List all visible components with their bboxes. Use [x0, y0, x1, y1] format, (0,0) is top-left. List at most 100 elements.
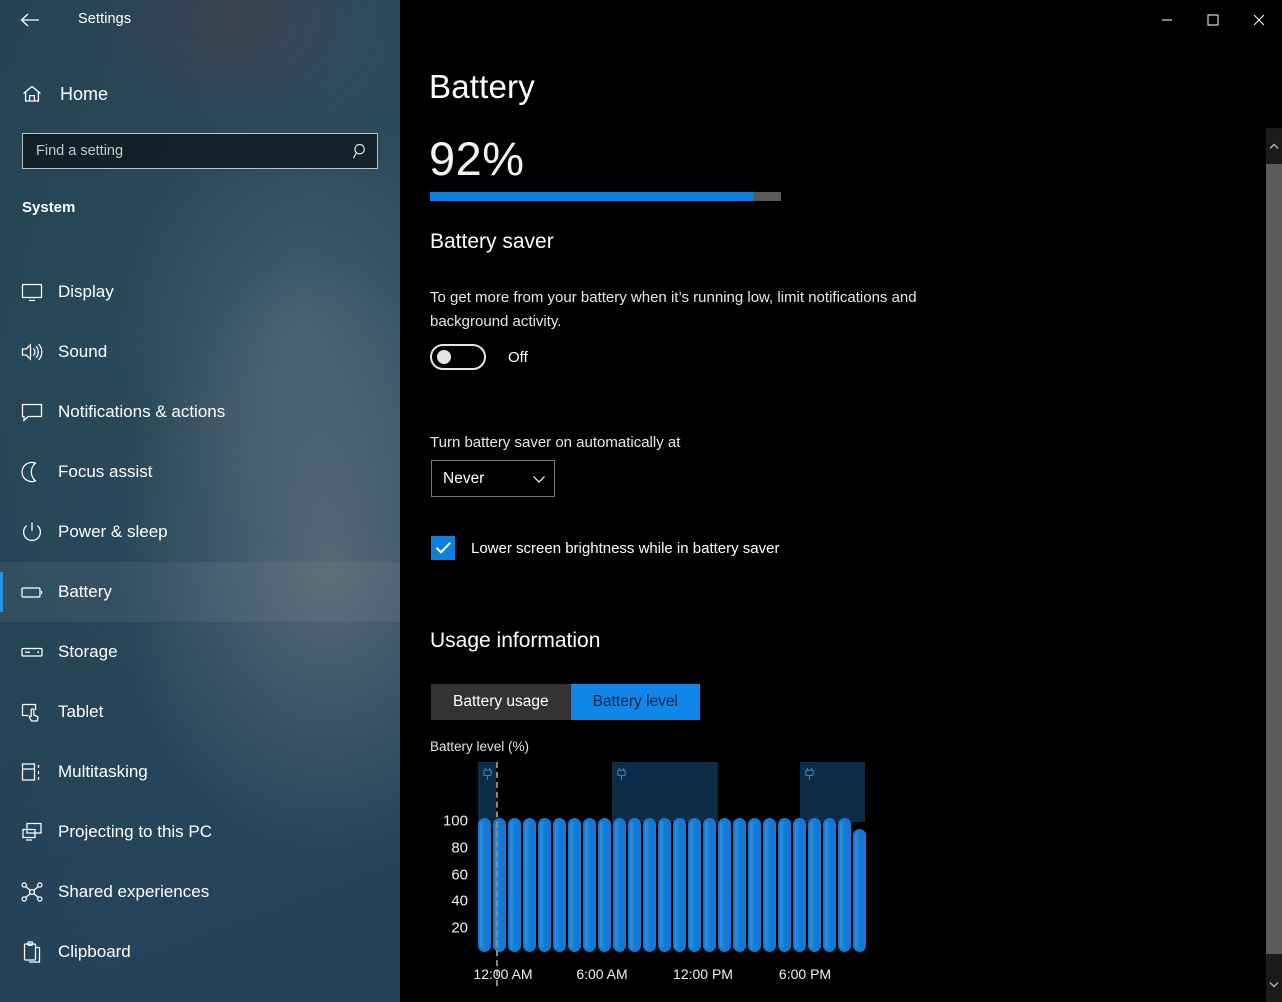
sidebar-item-shared-experiences[interactable]: Shared experiences	[0, 862, 400, 922]
chart-x-tick: 12:00 AM	[473, 966, 533, 982]
sidebar-item-multitasking[interactable]: Multitasking	[0, 742, 400, 802]
chart-bar	[508, 818, 521, 952]
sidebar-item-remote-desktop[interactable]: Remote Desktop	[0, 982, 400, 1002]
sidebar-item-notifications-actions[interactable]: Notifications & actions	[0, 382, 400, 442]
sidebar-item-label: Multitasking	[58, 762, 148, 781]
scrollbar[interactable]	[1266, 128, 1282, 1002]
search-icon[interactable]	[345, 134, 377, 168]
clipboard-icon	[19, 939, 45, 965]
usage-tabs: Battery usage Battery level	[431, 684, 700, 720]
sidebar-item-battery[interactable]: Battery	[0, 562, 400, 622]
chart-caption: Battery level (%)	[430, 739, 530, 754]
sidebar-item-focus-assist[interactable]: Focus assist	[0, 442, 400, 502]
chart-bar	[643, 818, 656, 952]
settings-window: Settings Home System DisplaySou	[0, 0, 1282, 1002]
chart-bar	[673, 818, 686, 952]
power-icon	[19, 519, 45, 545]
chart-bar	[613, 818, 626, 952]
chart-now-line	[496, 762, 498, 986]
chart-bar	[688, 818, 701, 952]
chart-bar	[583, 818, 596, 952]
sidebar-item-label: Shared experiences	[58, 882, 210, 901]
sidebar-item-home-label: Home	[60, 83, 109, 104]
battery-level-bar	[430, 192, 781, 201]
chart-bar	[838, 818, 851, 952]
sidebar-item-home[interactable]: Home	[0, 74, 400, 114]
moon-icon	[19, 459, 45, 485]
chart-bar	[493, 818, 506, 952]
usage-information-heading: Usage information	[430, 629, 601, 652]
sidebar-item-projecting-to-this-pc[interactable]: Projecting to this PC	[0, 802, 400, 862]
project-icon	[19, 819, 45, 845]
chart-bar	[628, 818, 641, 952]
battery-percent: 92%	[429, 132, 525, 185]
battery-saver-toggle[interactable]	[430, 344, 486, 370]
search-box[interactable]	[22, 133, 378, 169]
settings-content: Battery 92% Battery saver To get more fr…	[400, 0, 1250, 1002]
multitasking-icon	[19, 759, 45, 785]
sidebar-item-power-sleep[interactable]: Power & sleep	[0, 502, 400, 562]
chevron-down-icon	[524, 461, 554, 496]
lower-brightness-label: Lower screen brightness while in battery…	[471, 539, 780, 557]
battery-saver-description: To get more from your battery when it’s …	[430, 289, 917, 330]
chart-bar	[808, 818, 821, 952]
speaker-icon	[19, 339, 45, 365]
chart-bar	[523, 818, 536, 952]
chart-bar	[763, 818, 776, 952]
sidebar-item-label: Display	[58, 282, 114, 301]
lower-brightness-row[interactable]: Lower screen brightness while in battery…	[431, 536, 779, 560]
chart-bar	[793, 818, 806, 952]
charging-region	[800, 762, 865, 822]
app-title: Settings	[78, 11, 132, 27]
chart-bar	[598, 818, 611, 952]
sidebar-item-label: Focus assist	[58, 462, 153, 481]
chart-bar	[733, 818, 746, 952]
sidebar-item-label: Tablet	[58, 702, 104, 721]
scrollbar-track[interactable]	[1266, 164, 1282, 966]
selected-indicator	[0, 572, 3, 612]
battery-saver-toggle-row: Off	[430, 344, 528, 370]
scrollbar-thumb[interactable]	[1266, 164, 1282, 954]
toggle-knob	[437, 350, 451, 364]
chart-bar	[658, 818, 671, 952]
battery-level-chart: 100 80 60 40 20 12:00 AM 6:00 AM 12:00 PM 6:00 P…	[430, 762, 900, 992]
tab-battery-usage[interactable]: Battery usage	[431, 684, 571, 720]
sidebar-item-clipboard[interactable]: Clipboard	[0, 922, 400, 982]
sidebar-item-tablet[interactable]: Tablet	[0, 682, 400, 742]
sidebar-item-label: Power & sleep	[58, 522, 168, 541]
chart-x-tick: 6:00 PM	[778, 966, 832, 982]
main-panel: Battery 92% Battery saver To get more fr…	[400, 0, 1282, 1002]
chart-bar	[718, 818, 731, 952]
sidebar-item-label: Battery	[58, 582, 112, 601]
chart-bar	[778, 818, 791, 952]
scroll-up-button[interactable]	[1266, 128, 1282, 164]
chart-bar	[703, 818, 716, 952]
sidebar-item-sound[interactable]: Sound	[0, 322, 400, 382]
page-title: Battery	[429, 68, 535, 105]
tablet-icon	[19, 699, 45, 725]
chart-y-tick: 60	[451, 866, 468, 884]
chart-bar	[538, 818, 551, 952]
auto-enable-value: Never	[443, 469, 485, 487]
back-button[interactable]	[12, 4, 48, 36]
search-input[interactable]	[23, 143, 345, 159]
tab-battery-level[interactable]: Battery level	[570, 684, 700, 720]
battery-saver-heading: Battery saver	[430, 230, 554, 253]
chart-bar	[823, 818, 836, 952]
home-icon	[20, 82, 44, 106]
lower-brightness-checkbox[interactable]	[431, 536, 455, 560]
sidebar-item-label: Storage	[58, 642, 118, 661]
auto-enable-dropdown[interactable]: Never	[431, 460, 555, 497]
sidebar: Settings Home System DisplaySou	[0, 0, 400, 1002]
monitor-icon	[19, 279, 45, 305]
scroll-down-button[interactable]	[1266, 966, 1282, 1002]
battery-icon	[19, 579, 45, 605]
notification-icon	[19, 399, 45, 425]
sidebar-group-title: System	[22, 199, 76, 216]
sidebar-item-display[interactable]: Display	[0, 262, 400, 322]
sidebar-item-label: Projecting to this PC	[58, 822, 213, 841]
sidebar-item-storage[interactable]: Storage	[0, 622, 400, 682]
chart-y-tick: 80	[451, 839, 468, 857]
chart-y-tick: 40	[451, 892, 468, 910]
chart-y-tick: 100	[442, 812, 468, 830]
